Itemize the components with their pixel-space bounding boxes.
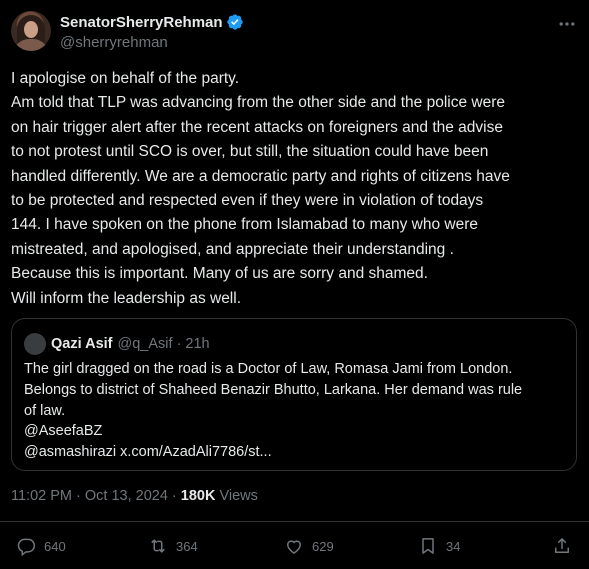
repost-icon: [151, 539, 165, 553]
tweet-text-line: I apologise on behalf of the party.: [11, 70, 240, 87]
bookmark-count: 34: [446, 538, 461, 554]
quoted-author-avatar[interactable]: [24, 333, 46, 355]
views-label: Views: [219, 488, 258, 504]
views-count: 180K: [180, 488, 216, 504]
verified-badge-icon: [226, 13, 244, 31]
tweet-meta-row: 11:02 PM · Oct 13, 2024 · 180K Views: [11, 488, 258, 504]
quoted-author-meta: @q_Asif · 21h: [117, 336, 210, 352]
like-button[interactable]: 629: [284, 536, 334, 556]
tweet-text-line: handled differently. We are a democratic…: [11, 167, 510, 185]
quoted-text-line: The girl dragged on the road is a Doctor…: [24, 361, 513, 377]
reply-icon: [17, 538, 36, 556]
tweet-text-line: Because this is important. Many of us ar…: [11, 265, 428, 283]
tweet-text-line: on hair trigger alert after the recent a…: [11, 118, 503, 136]
like-count: 629: [312, 538, 334, 554]
quoted-text-line: of law.: [24, 402, 66, 419]
tweet: SenatorSherryRehman @sherryrehman I apol…: [0, 0, 589, 569]
repost-count: 364: [176, 538, 198, 554]
author-handle[interactable]: @sherryrehman: [60, 34, 168, 51]
quoted-author-name[interactable]: Qazi Asif: [51, 336, 113, 352]
tweet-text-line: to be protected and respected even if th…: [11, 192, 484, 210]
bookmark-button[interactable]: 34: [418, 536, 460, 556]
author-display-name[interactable]: SenatorSherryRehman: [60, 14, 223, 31]
tweet-text-line: to not protest until SCO is over, but st…: [11, 143, 489, 161]
quoted-tweet-card[interactable]: Qazi Asif @q_Asif · 21h The girl dragged…: [11, 318, 577, 471]
reply-count: 640: [44, 538, 66, 554]
tweet-text: I apologise on behalf of the party. Am t…: [11, 67, 581, 311]
author-name-row: SenatorSherryRehman: [60, 13, 244, 31]
quoted-mention-link[interactable]: @asmashirazi x.com/AzadAli7786/st...: [24, 442, 569, 463]
tweet-text-line: mistreated, and apologised, and apprecia…: [11, 240, 454, 258]
divider: [0, 521, 589, 522]
more-icon[interactable]: [557, 14, 577, 34]
tweet-text-line: Am told that TLP was advancing from the …: [11, 94, 505, 112]
repost-button[interactable]: 364: [148, 536, 198, 556]
tweet-text-line: Will inform the leadership as well.: [11, 289, 242, 307]
quoted-tweet-text: The girl dragged on the road is a Doctor…: [24, 359, 569, 463]
tweet-text-line: 144. I have spoken on the phone from Isl…: [11, 216, 479, 234]
quoted-mention-link[interactable]: @AseefaBZ: [24, 421, 569, 442]
reply-button[interactable]: 640: [16, 536, 66, 556]
action-bar: 640 364 629 34: [0, 536, 589, 562]
quoted-text-line: Belongs to district of Shaheed Benazir B…: [24, 381, 523, 398]
bookmark-icon: [422, 538, 434, 554]
quoted-tweet-header: Qazi Asif @q_Asif · 21h: [24, 333, 210, 355]
author-avatar[interactable]: [11, 11, 51, 51]
tweet-timestamp[interactable]: 11:02 PM · Oct 13, 2024 ·: [11, 488, 177, 504]
share-icon: [555, 538, 569, 553]
share-button[interactable]: [552, 536, 572, 556]
like-icon: [286, 540, 302, 554]
